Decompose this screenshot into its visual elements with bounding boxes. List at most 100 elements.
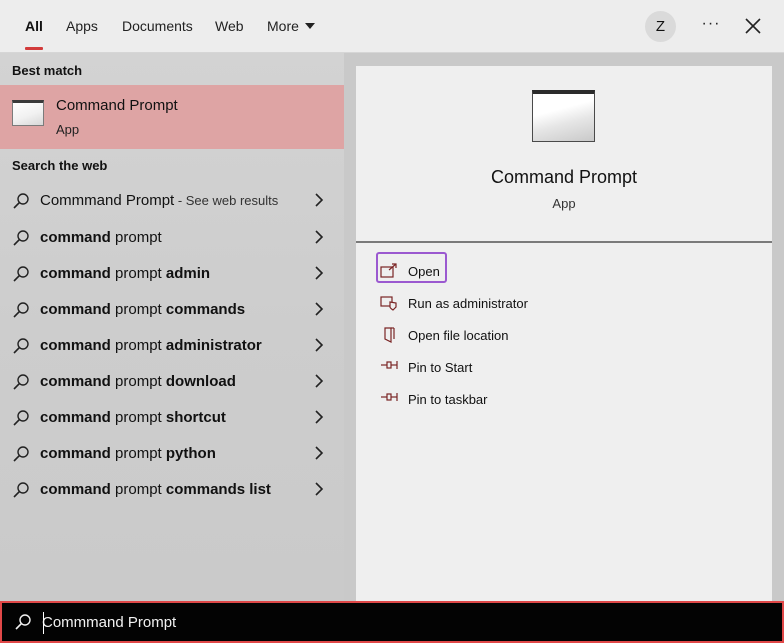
- tab-all[interactable]: All: [25, 0, 43, 53]
- search-box[interactable]: Commmand Prompt: [0, 601, 784, 643]
- web-result-text: prompt: [110, 445, 166, 462]
- tab-web[interactable]: Web: [215, 0, 244, 53]
- search-icon: [13, 302, 29, 318]
- web-result-bold: command: [40, 301, 111, 318]
- search-scope-tabs: All Apps Documents Web More Z ···: [0, 0, 784, 53]
- web-result-label: command prompt shortcut: [40, 409, 226, 426]
- command-prompt-icon: [532, 90, 595, 142]
- run-as-admin-icon: [380, 296, 397, 311]
- text-cursor: [43, 612, 44, 634]
- pin-to-taskbar-label: Pin to taskbar: [408, 392, 488, 407]
- web-result-label: command prompt python: [40, 445, 216, 462]
- web-result-text: prompt: [110, 409, 166, 426]
- web-result-text: prompt: [110, 481, 166, 498]
- web-result-bold-suffix: download: [165, 373, 236, 390]
- search-icon: [15, 614, 31, 630]
- chevron-right-icon: [315, 482, 324, 496]
- search-icon: [13, 230, 29, 246]
- web-result-item[interactable]: command prompt commands list: [0, 471, 344, 507]
- open-file-location-action[interactable]: Open file location: [376, 322, 676, 350]
- more-options-icon[interactable]: ···: [698, 13, 724, 39]
- pin-to-taskbar-action[interactable]: Pin to taskbar: [376, 386, 676, 414]
- search-icon: [13, 374, 29, 390]
- chevron-right-icon: [315, 193, 324, 207]
- chevron-down-icon: [304, 23, 315, 29]
- web-result-item[interactable]: command prompt shortcut: [0, 399, 344, 435]
- pin-icon: [381, 393, 398, 401]
- divider: [356, 241, 772, 243]
- chevron-right-icon: [315, 302, 324, 316]
- best-match-name: Command Prompt: [56, 97, 178, 114]
- close-button[interactable]: [740, 13, 766, 39]
- search-icon: [13, 410, 29, 426]
- pin-icon: [381, 361, 398, 369]
- search-input[interactable]: Commmand Prompt: [42, 614, 176, 631]
- search-icon: [13, 266, 29, 282]
- preview-pane: Command Prompt App Open Run as administr…: [356, 66, 772, 601]
- web-result-label: command prompt admin: [40, 265, 210, 282]
- web-result-label: command prompt: [40, 229, 162, 246]
- web-result-label: command prompt commands list: [40, 481, 271, 498]
- web-result-item[interactable]: command prompt: [0, 219, 344, 255]
- web-result-item[interactable]: command prompt administrator: [0, 327, 344, 363]
- chevron-right-icon: [315, 410, 324, 424]
- command-prompt-icon: [12, 100, 44, 126]
- web-result-bold: command: [40, 481, 111, 498]
- web-result-bold-suffix: commands list: [165, 481, 271, 498]
- web-result-text: prompt: [110, 229, 162, 246]
- web-result-label: command prompt commands: [40, 301, 245, 318]
- web-result-item[interactable]: Commmand Prompt - See web results: [0, 182, 344, 218]
- file-location-icon: [384, 327, 395, 343]
- web-result-label: Commmand Prompt - See web results: [40, 192, 278, 209]
- web-result-text: prompt: [110, 373, 166, 390]
- user-avatar[interactable]: Z: [645, 11, 676, 42]
- web-result-label: command prompt administrator: [40, 337, 262, 354]
- results-pane: Best match Command Prompt App Search the…: [0, 53, 344, 601]
- web-result-bold-suffix: administrator: [165, 337, 262, 354]
- web-result-bold: command: [40, 373, 111, 390]
- search-icon: [13, 193, 29, 209]
- pin-to-start-label: Pin to Start: [408, 360, 473, 375]
- web-result-bold: command: [40, 229, 111, 246]
- chevron-right-icon: [315, 374, 324, 388]
- pin-to-start-action[interactable]: Pin to Start: [376, 354, 676, 382]
- web-result-text: prompt: [110, 301, 166, 318]
- chevron-right-icon: [315, 266, 324, 280]
- web-result-item[interactable]: command prompt download: [0, 363, 344, 399]
- web-result-item[interactable]: command prompt python: [0, 435, 344, 471]
- tab-more[interactable]: More: [267, 0, 315, 53]
- web-result-bold-suffix: admin: [165, 265, 211, 282]
- best-match-type: App: [56, 122, 80, 137]
- preview-subtitle: App: [552, 196, 576, 211]
- best-match-result[interactable]: Command Prompt App: [0, 85, 344, 149]
- open-file-location-label: Open file location: [408, 328, 509, 343]
- tab-more-label: More: [267, 18, 299, 34]
- close-icon: [745, 18, 761, 34]
- search-icon: [13, 446, 29, 462]
- web-result-bold: command: [40, 445, 111, 462]
- chevron-right-icon: [315, 446, 324, 460]
- chevron-right-icon: [315, 230, 324, 244]
- tab-documents[interactable]: Documents: [122, 0, 193, 53]
- web-result-item[interactable]: command prompt admin: [0, 255, 344, 291]
- best-match-heading: Best match: [12, 63, 83, 78]
- web-result-text: Commmand Prompt: [40, 192, 175, 209]
- web-result-bold: command: [40, 409, 111, 426]
- run-as-admin-action[interactable]: Run as administrator: [376, 290, 676, 318]
- web-result-suffix: - See web results: [174, 193, 279, 208]
- web-result-bold: command: [40, 337, 111, 354]
- open-icon: [380, 263, 397, 278]
- search-icon: [13, 482, 29, 498]
- run-as-admin-label: Run as administrator: [408, 296, 528, 311]
- web-result-label: command prompt download: [40, 373, 236, 390]
- web-result-bold-suffix: python: [165, 445, 216, 462]
- open-action[interactable]: Open: [376, 252, 676, 286]
- tab-apps[interactable]: Apps: [66, 0, 98, 53]
- web-result-text: prompt: [110, 265, 166, 282]
- open-action-label: Open: [408, 264, 440, 279]
- search-web-heading: Search the web: [12, 158, 108, 173]
- chevron-right-icon: [315, 338, 324, 352]
- web-result-item[interactable]: command prompt commands: [0, 291, 344, 327]
- preview-title: Command Prompt: [490, 167, 638, 187]
- web-result-bold-suffix: shortcut: [165, 409, 226, 426]
